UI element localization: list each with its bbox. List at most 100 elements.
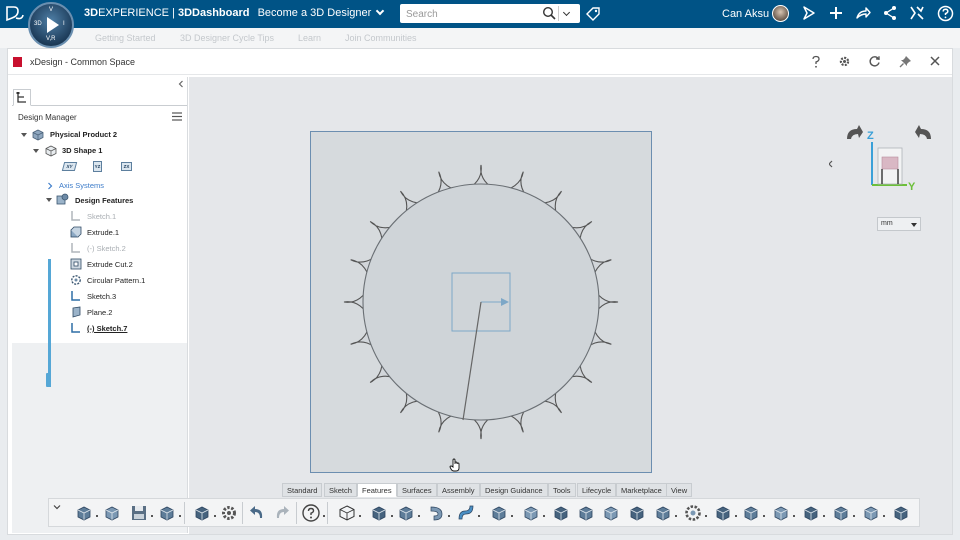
flyout-indicator[interactable] <box>823 515 825 517</box>
tab-surfaces[interactable]: Surfaces <box>397 483 437 497</box>
settings-gear-icon[interactable] <box>219 503 239 523</box>
tab-features[interactable]: Features <box>357 483 397 497</box>
tab-marketplace[interactable]: Marketplace <box>616 483 667 497</box>
pin-icon[interactable] <box>899 55 912 68</box>
view-cube[interactable]: Z Y <box>829 115 949 215</box>
flyout-indicator[interactable] <box>543 515 545 517</box>
expand-arrow-icon[interactable] <box>21 133 27 137</box>
shell-icon[interactable] <box>521 503 541 523</box>
expand-arrow-icon[interactable] <box>46 198 52 202</box>
open-part-icon[interactable] <box>102 503 122 523</box>
apps-compass-icon[interactable] <box>909 5 925 21</box>
user-name[interactable]: Can Aksu <box>722 8 769 20</box>
rollback-handle[interactable] <box>46 373 51 387</box>
draft-icon[interactable] <box>601 503 621 523</box>
tree-item-sketch-1[interactable]: Sketch.1 <box>87 210 116 224</box>
tree-item-3d-shape[interactable]: 3D Shape 1 <box>62 144 102 158</box>
help-icon[interactable] <box>301 503 321 523</box>
tree-item-sketch-2[interactable]: (-) Sketch.2 <box>87 242 126 256</box>
redo-icon[interactable] <box>272 503 292 523</box>
appearance-icon[interactable] <box>861 503 881 523</box>
tab-assembly[interactable]: Assembly <box>437 483 480 497</box>
extrude-cut-feature-icon[interactable] <box>396 503 416 523</box>
search-input[interactable] <box>406 6 541 23</box>
tree-item-circular-pattern-1[interactable]: Circular Pattern.1 <box>87 274 145 288</box>
compass-icon[interactable]: V 3D I V,R <box>28 2 74 48</box>
refresh-icon[interactable] <box>868 55 881 68</box>
pattern-icon[interactable] <box>683 503 703 523</box>
flyout-indicator[interactable] <box>478 515 480 517</box>
plane-feature-icon[interactable] <box>741 503 761 523</box>
insert-part-icon[interactable] <box>157 503 177 523</box>
expand-arrow-icon[interactable] <box>33 149 39 153</box>
flyout-indicator[interactable] <box>793 515 795 517</box>
dashboard-chevron-down-icon[interactable] <box>376 6 385 16</box>
search-options-chevron-icon[interactable] <box>562 8 571 17</box>
flyout-indicator[interactable] <box>675 515 677 517</box>
mirror-icon[interactable] <box>653 503 673 523</box>
dashboard-tab[interactable]: Join Communities <box>345 33 417 43</box>
tree-item-plane-2[interactable]: Plane.2 <box>87 306 112 320</box>
extrude-feature-icon[interactable] <box>369 503 389 523</box>
chamfer-icon[interactable] <box>576 503 596 523</box>
tab-view[interactable]: View <box>666 483 693 497</box>
flyout-indicator[interactable] <box>448 515 450 517</box>
flyout-indicator[interactable] <box>705 515 707 517</box>
flyout-indicator[interactable] <box>418 515 420 517</box>
collapse-panel-icon[interactable] <box>177 80 185 88</box>
box-primitive-icon[interactable] <box>337 503 357 523</box>
flyout-indicator[interactable] <box>763 515 765 517</box>
rib-icon[interactable] <box>713 503 733 523</box>
dashboard-name[interactable]: Become a 3D Designer <box>258 7 372 19</box>
tree-item-design-features[interactable]: Design Features <box>75 194 133 208</box>
tree-item-sketch-3[interactable]: Sketch.3 <box>87 290 116 304</box>
undo-icon[interactable] <box>247 503 267 523</box>
thicken-icon[interactable] <box>627 503 647 523</box>
network-share-icon[interactable] <box>882 5 898 21</box>
tag-icon[interactable] <box>585 6 601 22</box>
dashboard-tab[interactable]: 3D Designer Cycle Tips <box>180 33 274 43</box>
close-icon[interactable] <box>929 55 941 67</box>
help-icon[interactable] <box>810 55 822 69</box>
new-part-icon[interactable] <box>74 503 94 523</box>
flyout-indicator[interactable] <box>214 515 216 517</box>
save-icon[interactable] <box>129 503 149 523</box>
share-play-icon[interactable] <box>801 5 817 21</box>
tab-sketch[interactable]: Sketch <box>324 483 357 497</box>
dashboard-tab[interactable]: Learn <box>298 33 321 43</box>
properties-list-icon[interactable] <box>192 503 212 523</box>
previous-view-icon[interactable] <box>829 160 833 168</box>
flyout-indicator[interactable] <box>735 515 737 517</box>
tab-design-guidance[interactable]: Design Guidance <box>480 483 548 497</box>
chevron-down-icon[interactable] <box>53 503 61 511</box>
tree-item-extrude-cut-2[interactable]: Extrude Cut.2 <box>87 258 133 272</box>
tab-lifecycle[interactable]: Lifecycle <box>577 483 617 497</box>
tree-item-physical-product[interactable]: Physical Product 2 <box>50 128 117 142</box>
dashboard-tab[interactable]: Getting Started <box>95 33 156 43</box>
section-icon[interactable] <box>831 503 851 523</box>
flyout-indicator[interactable] <box>853 515 855 517</box>
tab-standard[interactable]: Standard <box>282 483 323 497</box>
hamburger-menu-icon[interactable] <box>172 112 182 121</box>
plane-yz-icon[interactable]: YZ <box>93 161 102 172</box>
part-geometry[interactable] <box>311 132 651 472</box>
add-icon[interactable] <box>828 5 844 21</box>
sketch-plane[interactable] <box>310 131 652 473</box>
unit-dropdown[interactable]: mm <box>877 217 921 231</box>
bounding-box-icon[interactable] <box>891 503 911 523</box>
measure-icon[interactable] <box>801 503 821 523</box>
loft-icon[interactable] <box>489 503 509 523</box>
dassault-logo-icon[interactable] <box>4 4 26 24</box>
forward-share-icon[interactable] <box>855 5 871 21</box>
tree-item-extrude-1[interactable]: Extrude.1 <box>87 226 119 240</box>
help-icon[interactable] <box>937 5 954 22</box>
flyout-indicator[interactable] <box>359 515 361 517</box>
reference-icon[interactable] <box>771 503 791 523</box>
flyout-indicator[interactable] <box>511 515 513 517</box>
chevron-right-icon[interactable] <box>47 182 53 190</box>
tree-item-sketch-7[interactable]: (-) Sketch.7 <box>87 322 127 336</box>
flyout-indicator[interactable] <box>323 515 325 517</box>
avatar[interactable] <box>772 5 789 22</box>
tab-tools[interactable]: Tools <box>548 483 576 497</box>
plane-xy-icon[interactable]: XY <box>61 162 78 171</box>
